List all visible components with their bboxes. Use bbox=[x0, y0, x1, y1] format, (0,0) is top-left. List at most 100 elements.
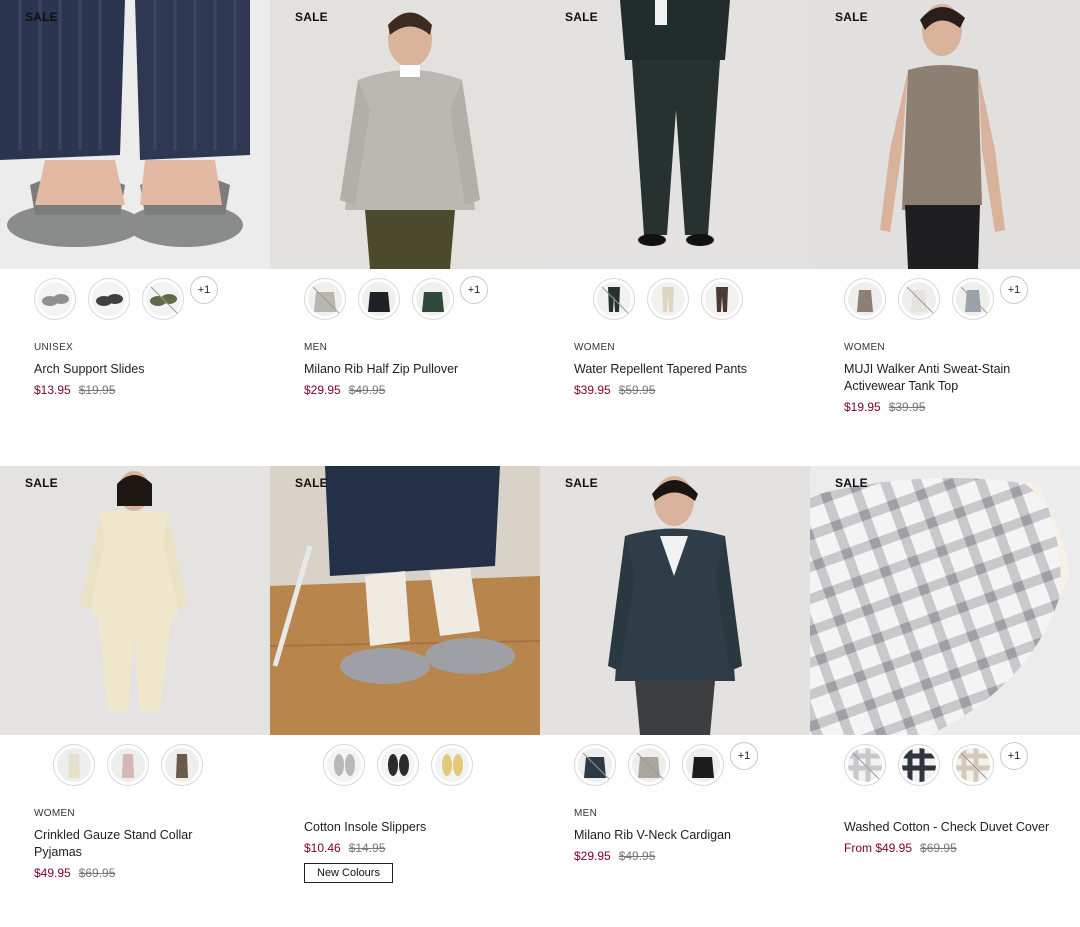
product-card[interactable]: SALE +1 MEN Milano Rib Half Zip Pullover… bbox=[270, 0, 540, 466]
strike-icon bbox=[906, 286, 934, 314]
color-swatch-unavailable[interactable] bbox=[898, 278, 940, 320]
product-image[interactable]: SALE bbox=[270, 466, 540, 735]
slide-grey-icon bbox=[38, 282, 72, 316]
cardigan-black-icon bbox=[686, 748, 720, 782]
color-swatch-unavailable[interactable] bbox=[574, 744, 616, 786]
product-image[interactable]: SALE bbox=[0, 466, 270, 735]
product-name[interactable]: Water Repellent Tapered Pants bbox=[574, 361, 799, 378]
color-swatch[interactable] bbox=[701, 278, 743, 320]
product-name[interactable]: Washed Cotton - Check Duvet Cover bbox=[844, 819, 1069, 836]
product-image[interactable]: SALE bbox=[270, 0, 540, 269]
product-prices: $13.95 $19.95 bbox=[34, 383, 259, 397]
product-card[interactable]: SALE +1 WOMEN MUJI Walker Anti Sweat-Sta… bbox=[810, 0, 1080, 466]
color-swatch[interactable] bbox=[377, 744, 419, 786]
product-name[interactable]: MUJI Walker Anti Sweat-Stain Activewear … bbox=[844, 361, 1069, 395]
product-card[interactable]: SALE Cotton Insole Slippers $10.46 $14.95… bbox=[270, 466, 540, 927]
product-card[interactable]: SALE WOMEN Crinkled Gauze Stand Collar P… bbox=[0, 466, 270, 927]
slide-black-icon bbox=[92, 282, 126, 316]
product-card[interactable]: SALE +1 Washed Cotton - Check Duvet Cove… bbox=[810, 466, 1080, 927]
duvet-cover-photo-icon bbox=[810, 466, 1080, 735]
pyjamas-cream-icon bbox=[57, 748, 91, 782]
product-name[interactable]: Milano Rib V-Neck Cardigan bbox=[574, 827, 799, 844]
more-colors-button[interactable]: +1 bbox=[1000, 276, 1028, 304]
product-name[interactable]: Crinkled Gauze Stand Collar Pyjamas bbox=[34, 827, 204, 861]
product-prices: $19.95 $39.95 bbox=[844, 400, 1069, 414]
product-prices: $39.95 $59.95 bbox=[574, 383, 799, 397]
product-image[interactable]: SALE bbox=[810, 0, 1080, 269]
product-name[interactable]: Milano Rib Half Zip Pullover bbox=[304, 361, 529, 378]
sale-label: SALE bbox=[295, 476, 328, 490]
color-swatch[interactable] bbox=[682, 744, 724, 786]
color-swatch-unavailable[interactable] bbox=[304, 278, 346, 320]
color-swatch-unavailable[interactable] bbox=[952, 744, 994, 786]
product-card[interactable]: SALE +1 MEN Milano Rib V-Neck Cardigan $… bbox=[540, 466, 810, 927]
color-swatch[interactable] bbox=[647, 278, 689, 320]
more-colors-button[interactable]: +1 bbox=[730, 742, 758, 770]
color-swatch[interactable] bbox=[412, 278, 454, 320]
color-swatch[interactable] bbox=[844, 278, 886, 320]
product-info: Washed Cotton - Check Duvet Cover From $… bbox=[844, 811, 1069, 855]
product-grid: SALE +1 UNISEX Arch Support Slides $13.9… bbox=[0, 0, 1080, 927]
product-image[interactable]: SALE bbox=[540, 466, 810, 735]
product-card[interactable]: SALE WOMEN Water Repellent Tapered Pants… bbox=[540, 0, 810, 466]
tank-top-photo-icon bbox=[810, 0, 1080, 269]
color-swatch[interactable] bbox=[431, 744, 473, 786]
sale-price: From $49.95 bbox=[844, 841, 913, 855]
product-info: MEN Milano Rib V-Neck Cardigan $29.95 $49… bbox=[574, 808, 799, 863]
product-info: WOMEN Crinkled Gauze Stand Collar Pyjama… bbox=[34, 808, 259, 880]
color-swatch[interactable] bbox=[53, 744, 95, 786]
product-gender: WOMEN bbox=[574, 342, 615, 353]
sale-price: $10.46 bbox=[304, 841, 341, 855]
color-swatches: +1 bbox=[844, 742, 1028, 786]
color-swatch[interactable] bbox=[323, 744, 365, 786]
sale-label: SALE bbox=[25, 476, 58, 490]
pullover-navy-icon bbox=[362, 282, 396, 316]
product-card[interactable]: SALE +1 UNISEX Arch Support Slides $13.9… bbox=[0, 0, 270, 466]
more-colors-button[interactable]: +1 bbox=[1000, 742, 1028, 770]
color-swatch[interactable] bbox=[161, 744, 203, 786]
product-image[interactable]: SALE bbox=[540, 0, 810, 269]
original-price: $19.95 bbox=[78, 383, 116, 397]
sale-price: $29.95 bbox=[304, 383, 341, 397]
product-prices: $49.95 $69.95 bbox=[34, 866, 259, 880]
product-image[interactable]: SALE bbox=[0, 0, 270, 269]
color-swatch[interactable] bbox=[107, 744, 149, 786]
color-swatch-unavailable[interactable] bbox=[844, 744, 886, 786]
color-swatch[interactable] bbox=[88, 278, 130, 320]
color-swatch[interactable] bbox=[358, 278, 400, 320]
product-info: UNISEX Arch Support Slides $13.95 $19.95 bbox=[34, 342, 259, 397]
sale-label: SALE bbox=[25, 10, 58, 24]
slippers-photo-icon bbox=[270, 466, 540, 735]
sale-label: SALE bbox=[565, 10, 598, 24]
sale-price: $13.95 bbox=[34, 383, 71, 397]
color-swatches: +1 bbox=[304, 276, 488, 320]
product-image[interactable]: SALE bbox=[810, 466, 1080, 735]
strike-icon bbox=[601, 286, 629, 314]
color-swatch-unavailable[interactable] bbox=[628, 744, 670, 786]
pullover-green-icon bbox=[416, 282, 450, 316]
color-swatches bbox=[593, 278, 743, 320]
color-swatch-unavailable[interactable] bbox=[593, 278, 635, 320]
strike-icon bbox=[852, 752, 880, 780]
sale-label: SALE bbox=[565, 476, 598, 490]
pyjamas-pink-icon bbox=[111, 748, 145, 782]
product-info: MEN Milano Rib Half Zip Pullover $29.95 $… bbox=[304, 342, 529, 397]
slipper-grey-icon bbox=[327, 748, 361, 782]
color-swatch-unavailable[interactable] bbox=[142, 278, 184, 320]
product-gender: MEN bbox=[574, 808, 598, 819]
pyjamas-brown-icon bbox=[165, 748, 199, 782]
product-name[interactable]: Cotton Insole Slippers bbox=[304, 819, 529, 836]
slipper-black-icon bbox=[381, 748, 415, 782]
product-gender: WOMEN bbox=[34, 808, 75, 819]
product-name[interactable]: Arch Support Slides bbox=[34, 361, 259, 378]
original-price: $49.95 bbox=[618, 849, 656, 863]
color-swatch[interactable] bbox=[34, 278, 76, 320]
check-navy-icon bbox=[902, 748, 936, 782]
color-swatch-unavailable[interactable] bbox=[952, 278, 994, 320]
more-colors-button[interactable]: +1 bbox=[460, 276, 488, 304]
more-colors-button[interactable]: +1 bbox=[190, 276, 218, 304]
color-swatch[interactable] bbox=[898, 744, 940, 786]
original-price: $69.95 bbox=[78, 866, 116, 880]
strike-icon bbox=[960, 752, 988, 780]
original-price: $49.95 bbox=[348, 383, 386, 397]
